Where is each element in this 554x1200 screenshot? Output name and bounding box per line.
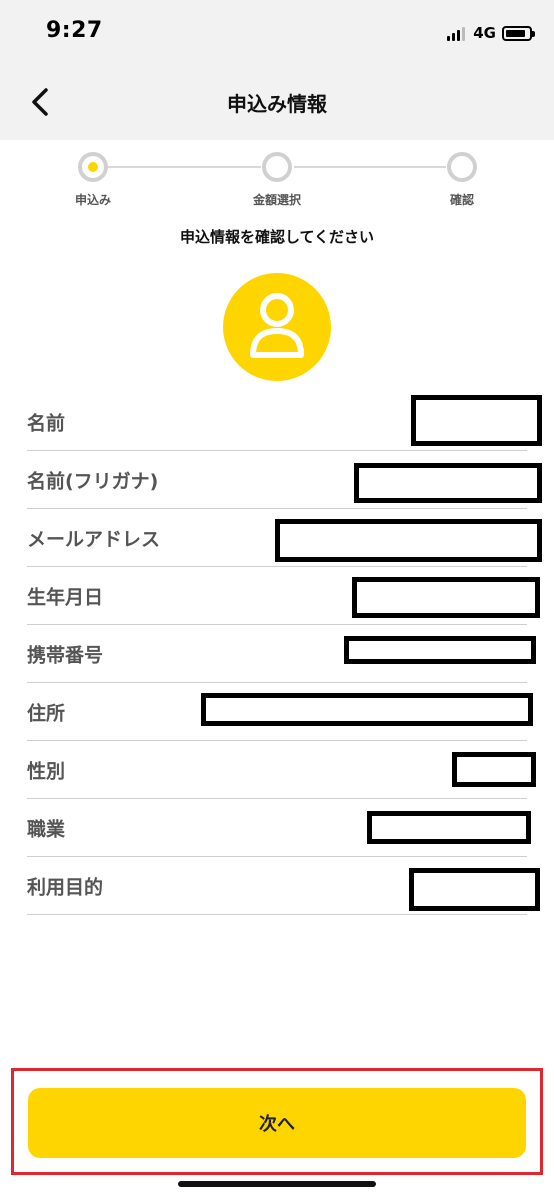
status-bar: 9:27 4G [0,0,554,64]
next-button[interactable]: 次へ [28,1088,526,1158]
redacted-value [354,463,542,503]
page-title: 申込み情報 [227,92,327,116]
applicant-info-list: 名前 名前(フリガナ) メールアドレス 生年月日 携帯番号 住所 性別 職業 利… [27,393,542,915]
step-connector [108,166,261,168]
redacted-value [452,752,536,787]
info-row-phone: 携帯番号 [27,625,536,683]
battery-icon [502,25,535,41]
info-row-name: 名前 [27,393,542,451]
info-row-birthdate: 生年月日 [27,567,540,625]
redacted-value [367,811,531,844]
step-3-indicator [447,152,477,182]
redacted-value [275,519,542,562]
field-label: 名前 [27,412,66,434]
step-2-indicator [262,152,292,182]
step-1-label: 申込み [74,193,111,207]
info-row-email: メールアドレス [27,509,542,567]
redacted-value [344,636,536,664]
info-row-name-kana: 名前(フリガナ) [27,451,542,509]
field-label: メールアドレス [27,528,161,550]
info-row-occupation: 職業 [27,799,531,857]
avatar [223,273,331,381]
field-label: 住所 [27,702,66,724]
field-label: 性別 [27,760,66,782]
info-row-purpose: 利用目的 [27,857,540,915]
step-1-indicator [78,152,108,182]
next-button-highlight: 次へ [11,1068,543,1175]
field-label: 携帯番号 [27,644,104,666]
redacted-value [352,577,540,618]
signal-icon [447,25,467,41]
field-label: 利用目的 [27,876,104,898]
step-3-label: 確認 [449,193,474,207]
home-indicator [178,1181,376,1187]
field-label: 生年月日 [27,586,104,608]
redacted-value [411,395,542,446]
redacted-value [201,693,533,726]
info-row-address: 住所 [27,683,533,741]
redacted-value [409,868,540,911]
nav-bar: 申込み情報 [0,64,554,140]
step-connector [294,166,446,168]
info-row-gender: 性別 [27,741,536,799]
step-2-label: 金額選択 [252,193,301,207]
instruction-text: 申込情報を確認してください [179,228,375,246]
field-label: 職業 [27,818,66,840]
person-icon [250,293,304,358]
network-type: 4G [473,24,496,42]
status-time: 9:27 [46,18,103,43]
field-label: 名前(フリガナ) [27,470,159,492]
progress-stepper: 申込み 金額選択 確認 [0,140,554,220]
status-indicators: 4G [447,22,535,44]
